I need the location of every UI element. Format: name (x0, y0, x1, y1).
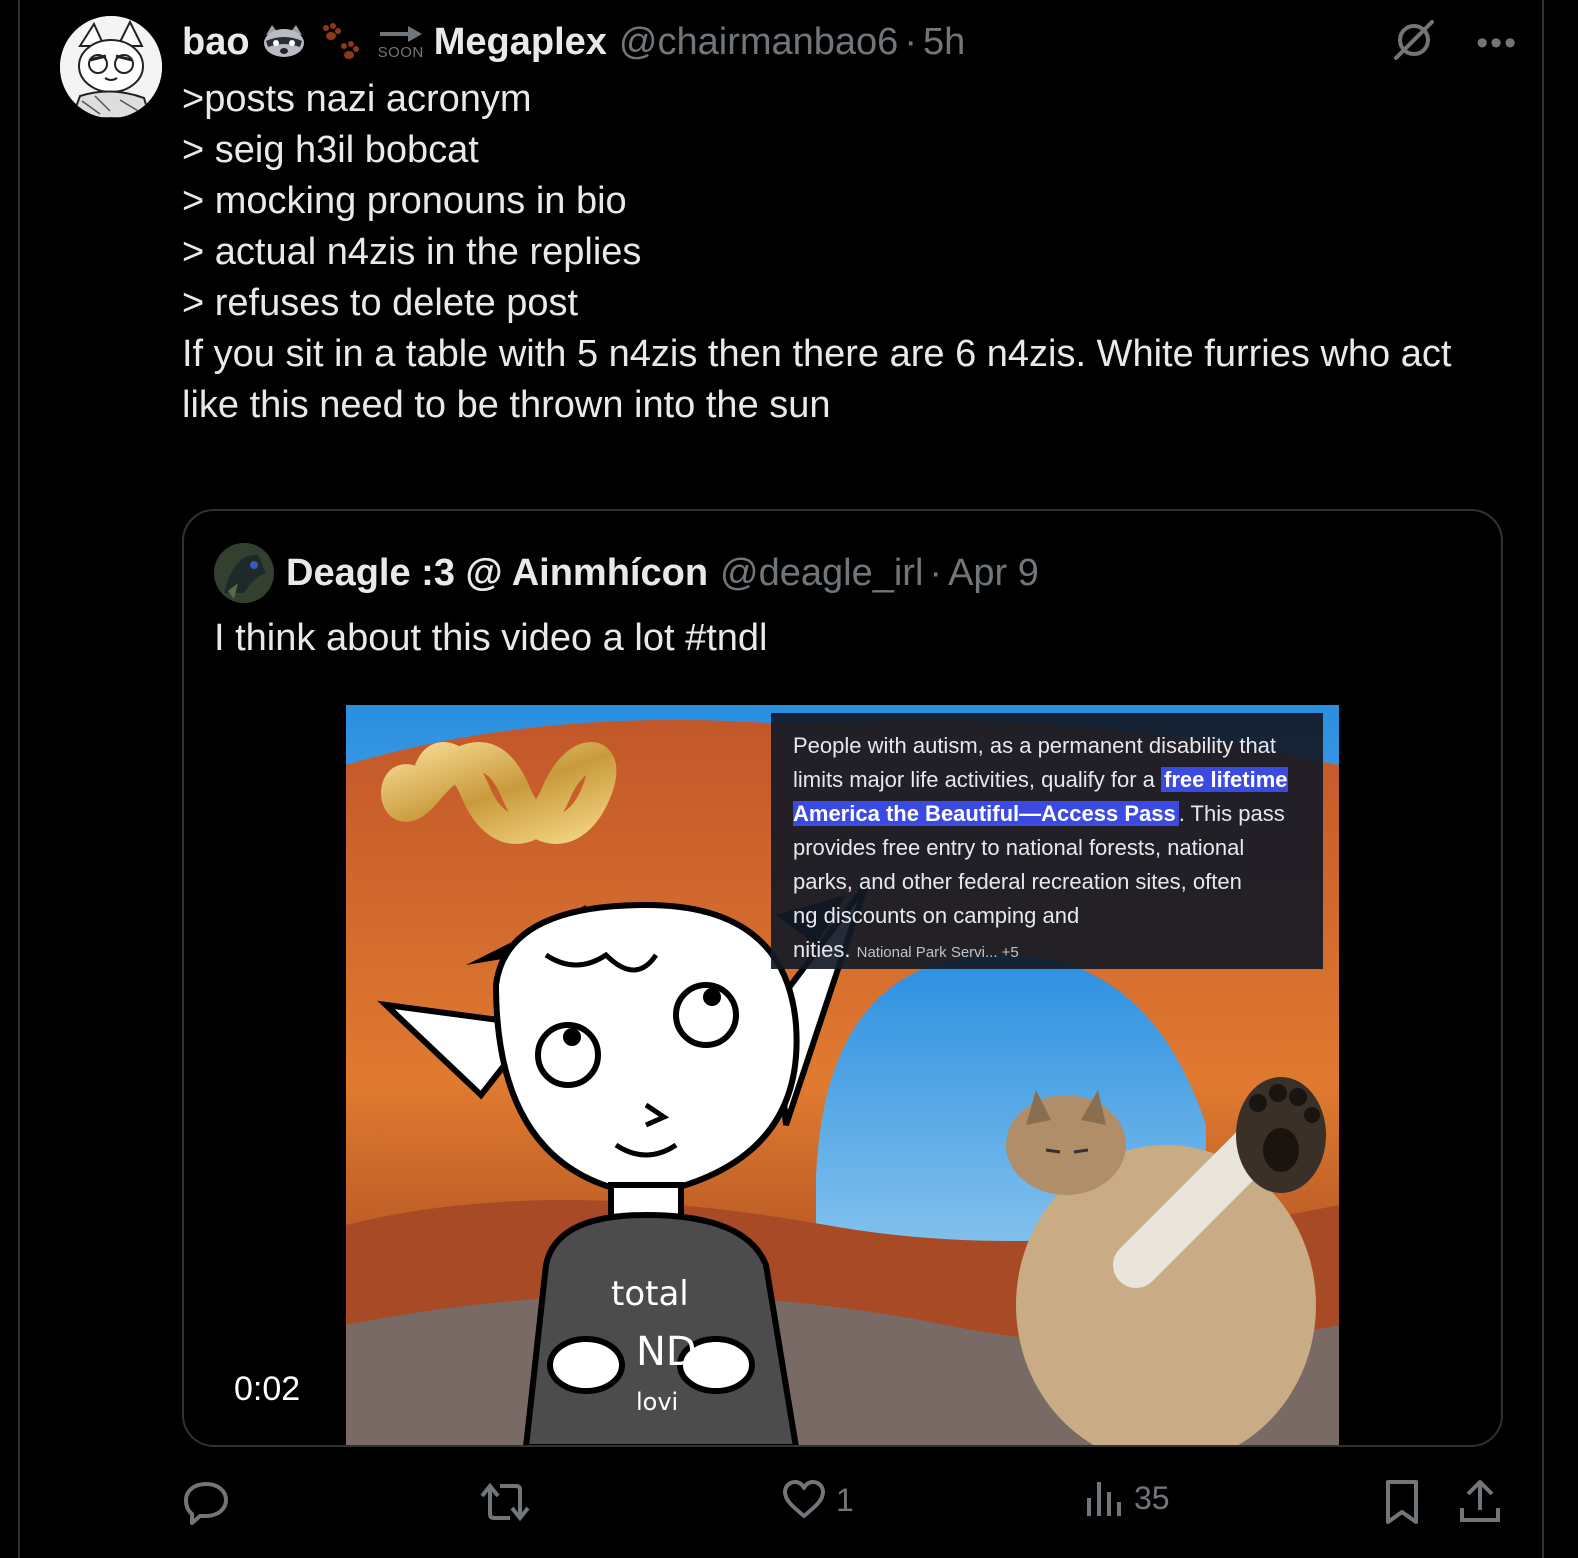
raccoon-emoji-icon (260, 23, 308, 61)
views-count: 35 (1134, 1479, 1170, 1516)
grok-icon[interactable] (1392, 18, 1436, 67)
author-avatar[interactable] (60, 16, 162, 118)
video-player[interactable]: total ND lovi People with autism, as a p… (184, 705, 1501, 1445)
community-name[interactable]: Megaplex (434, 21, 607, 64)
post-line: If you sit in a table with 5 n4zis then … (182, 333, 1452, 375)
separator-dot: · (904, 20, 917, 63)
author-name[interactable]: bao (182, 21, 250, 64)
separator-dot: · (929, 551, 943, 594)
post-top-actions: ••• (1392, 18, 1518, 67)
reply-icon (184, 1482, 228, 1525)
post-text: >posts nazi acronym > seig h3il bobcat >… (182, 74, 1512, 431)
overlay-partial-line-2: nities. (793, 937, 851, 962)
paw-prints-emoji-icon (318, 22, 364, 62)
shirt-text-nd: ND (636, 1329, 697, 1375)
bookmark-button[interactable] (1382, 1478, 1422, 1526)
raccoon-drawing-avatar (60, 16, 162, 118)
quoted-post-text: I think about this video a lot #tndl (214, 617, 768, 659)
video-duration: 0:02 (234, 1370, 301, 1408)
more-options-icon[interactable]: ••• (1476, 26, 1518, 60)
overlay-partial-line: ng discounts on camping and (793, 903, 1080, 928)
post-time[interactable]: 5h (923, 21, 965, 64)
quoted-post-date: Apr 9 (948, 551, 1039, 594)
quoted-author-avatar[interactable] (214, 543, 274, 603)
repost-icon (480, 1482, 530, 1522)
author-handle[interactable]: @chairmanbao6 (619, 21, 898, 64)
quoted-post-card[interactable]: Deagle :3 @ Ainmhícon @deagle_irl · Apr … (182, 509, 1503, 1447)
video-thumbnail[interactable]: total ND lovi People with autism, as a p… (346, 705, 1339, 1445)
analytics-icon (1087, 1482, 1121, 1516)
post-line: >posts nazi acronym (182, 78, 532, 120)
post-line: > actual n4zis in the replies (182, 231, 642, 273)
share-icon (1460, 1480, 1500, 1522)
repost-button[interactable] (480, 1478, 540, 1526)
quoted-author-handle[interactable]: @deagle_irl (720, 552, 923, 595)
soon-arrow-emoji-icon: SOON (378, 24, 424, 61)
post-action-bar: 1 35 (182, 1478, 1512, 1534)
like-button[interactable]: 1 (782, 1478, 854, 1522)
post-header: bao SOON Megaplex @chairmanbao6 · 5h (182, 16, 965, 68)
bookmark-icon (1386, 1480, 1418, 1524)
post-line: like this need to be thrown into the sun (182, 384, 831, 426)
share-button[interactable] (1458, 1478, 1502, 1526)
ai-overview-overlay: People with autism, as a permanent disab… (771, 713, 1323, 969)
post-line: > seig h3il bobcat (182, 129, 479, 171)
post-line: > mocking pronouns in bio (182, 180, 627, 222)
post-line: > refuses to delete post (182, 282, 579, 324)
heart-icon (783, 1480, 825, 1518)
views-button[interactable]: 35 (1084, 1478, 1170, 1518)
quoted-post-header: Deagle :3 @ Ainmhícon @deagle_irl · Apr … (214, 543, 1039, 603)
shirt-text-total: total (611, 1274, 689, 1314)
reply-button[interactable] (182, 1478, 240, 1526)
soon-label: SOON (377, 43, 424, 61)
overlay-source: National Park Servi... +5 (856, 944, 1019, 961)
like-count: 1 (836, 1481, 854, 1518)
quoted-author-name[interactable]: Deagle :3 @ Ainmhícon (286, 552, 708, 595)
shirt-text-loving: lovi (636, 1388, 678, 1416)
